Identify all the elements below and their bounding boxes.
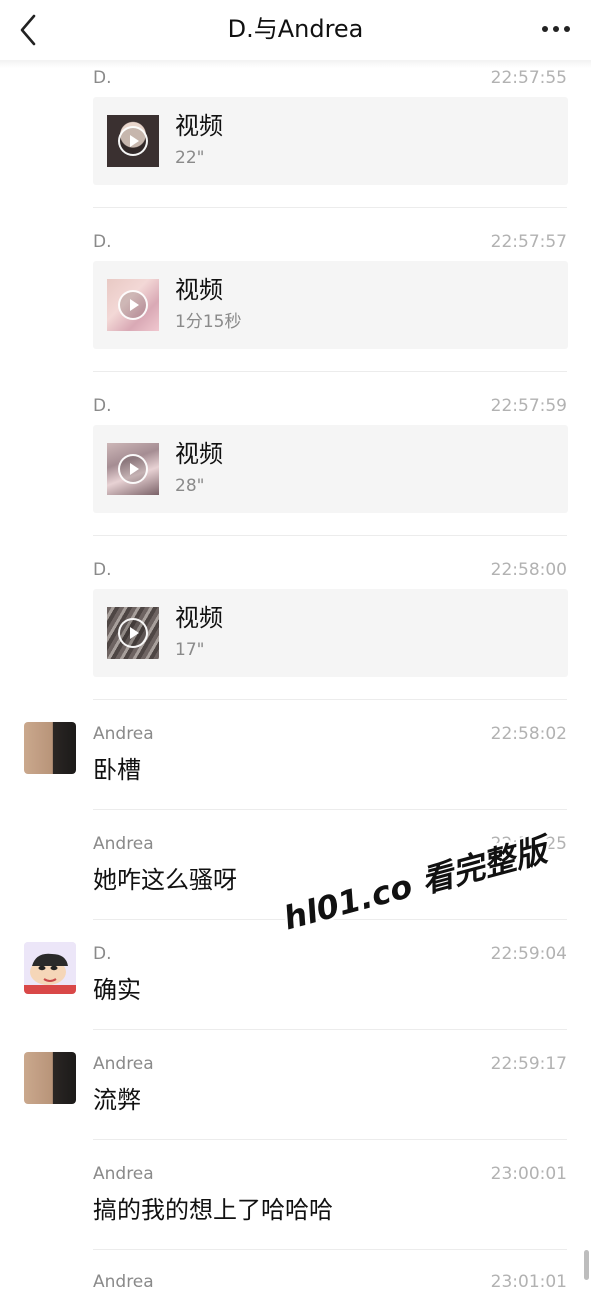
video-label: 视频 [175, 604, 223, 632]
video-duration: 28" [175, 476, 205, 496]
avatar[interactable] [24, 722, 76, 774]
sender-name: Andrea [93, 834, 154, 854]
video-thumbnail [107, 443, 159, 495]
sender-name: D. [93, 232, 112, 252]
video-card[interactable]: 视频 22" [93, 97, 568, 185]
video-thumbnail [107, 279, 159, 331]
video-label: 视频 [175, 440, 223, 468]
message-text: 搞的我的想上了哈哈哈 [93, 1196, 333, 1224]
message-time: 22:59:04 [490, 944, 567, 964]
scrollbar[interactable] [584, 1250, 589, 1280]
divider [93, 371, 567, 372]
header-shadow [0, 60, 591, 68]
sender-name: Andrea [93, 1272, 154, 1292]
sender-name: D. [93, 560, 112, 580]
cartoon-avatar-icon [24, 942, 76, 994]
message-time: 22:58:00 [490, 560, 567, 580]
message-time: 22:57:59 [490, 396, 567, 416]
message-time: 22:59:17 [490, 1054, 567, 1074]
divider [93, 207, 567, 208]
avatar[interactable] [24, 942, 76, 994]
video-duration: 1分15秒 [175, 312, 242, 332]
divider [93, 1249, 567, 1250]
chat-header: D.与Andrea [0, 0, 591, 60]
play-icon [118, 454, 148, 484]
video-card[interactable]: 视频 28" [93, 425, 568, 513]
avatar[interactable] [24, 1052, 76, 1104]
chat-title: D.与Andrea [227, 15, 364, 43]
message-text: 她咋这么骚呀 [93, 866, 237, 894]
watermark-text: hl01.co 看完整版 [279, 830, 551, 938]
sender-name: Andrea [93, 724, 154, 744]
divider [93, 809, 567, 810]
play-icon [118, 290, 148, 320]
sender-name: D. [93, 396, 112, 416]
divider [93, 1139, 567, 1140]
message-text: 流弊 [93, 1086, 141, 1114]
message-time: 22:57:57 [490, 232, 567, 252]
play-icon [118, 618, 148, 648]
divider [93, 1029, 567, 1030]
divider [93, 699, 567, 700]
sender-name: D. [93, 68, 112, 88]
video-card[interactable]: 视频 17" [93, 589, 568, 677]
video-label: 视频 [175, 276, 223, 304]
sender-name: Andrea [93, 1164, 154, 1184]
more-options-icon[interactable] [539, 14, 573, 44]
message-time: 23:00:01 [490, 1164, 567, 1184]
message-time: 22:57:55 [490, 68, 567, 88]
video-thumbnail [107, 115, 159, 167]
video-label: 视频 [175, 112, 223, 140]
message-time: 22:58:02 [490, 724, 567, 744]
message-text: 卧槽 [93, 756, 141, 784]
video-duration: 22" [175, 148, 205, 168]
video-duration: 17" [175, 640, 205, 660]
play-icon [118, 126, 148, 156]
sender-name: Andrea [93, 1054, 154, 1074]
divider [93, 535, 567, 536]
message-text: 确实 [93, 976, 141, 1004]
message-time: 23:01:01 [490, 1272, 567, 1292]
video-thumbnail [107, 607, 159, 659]
sender-name: D. [93, 944, 112, 964]
video-card[interactable]: 视频 1分15秒 [93, 261, 568, 349]
